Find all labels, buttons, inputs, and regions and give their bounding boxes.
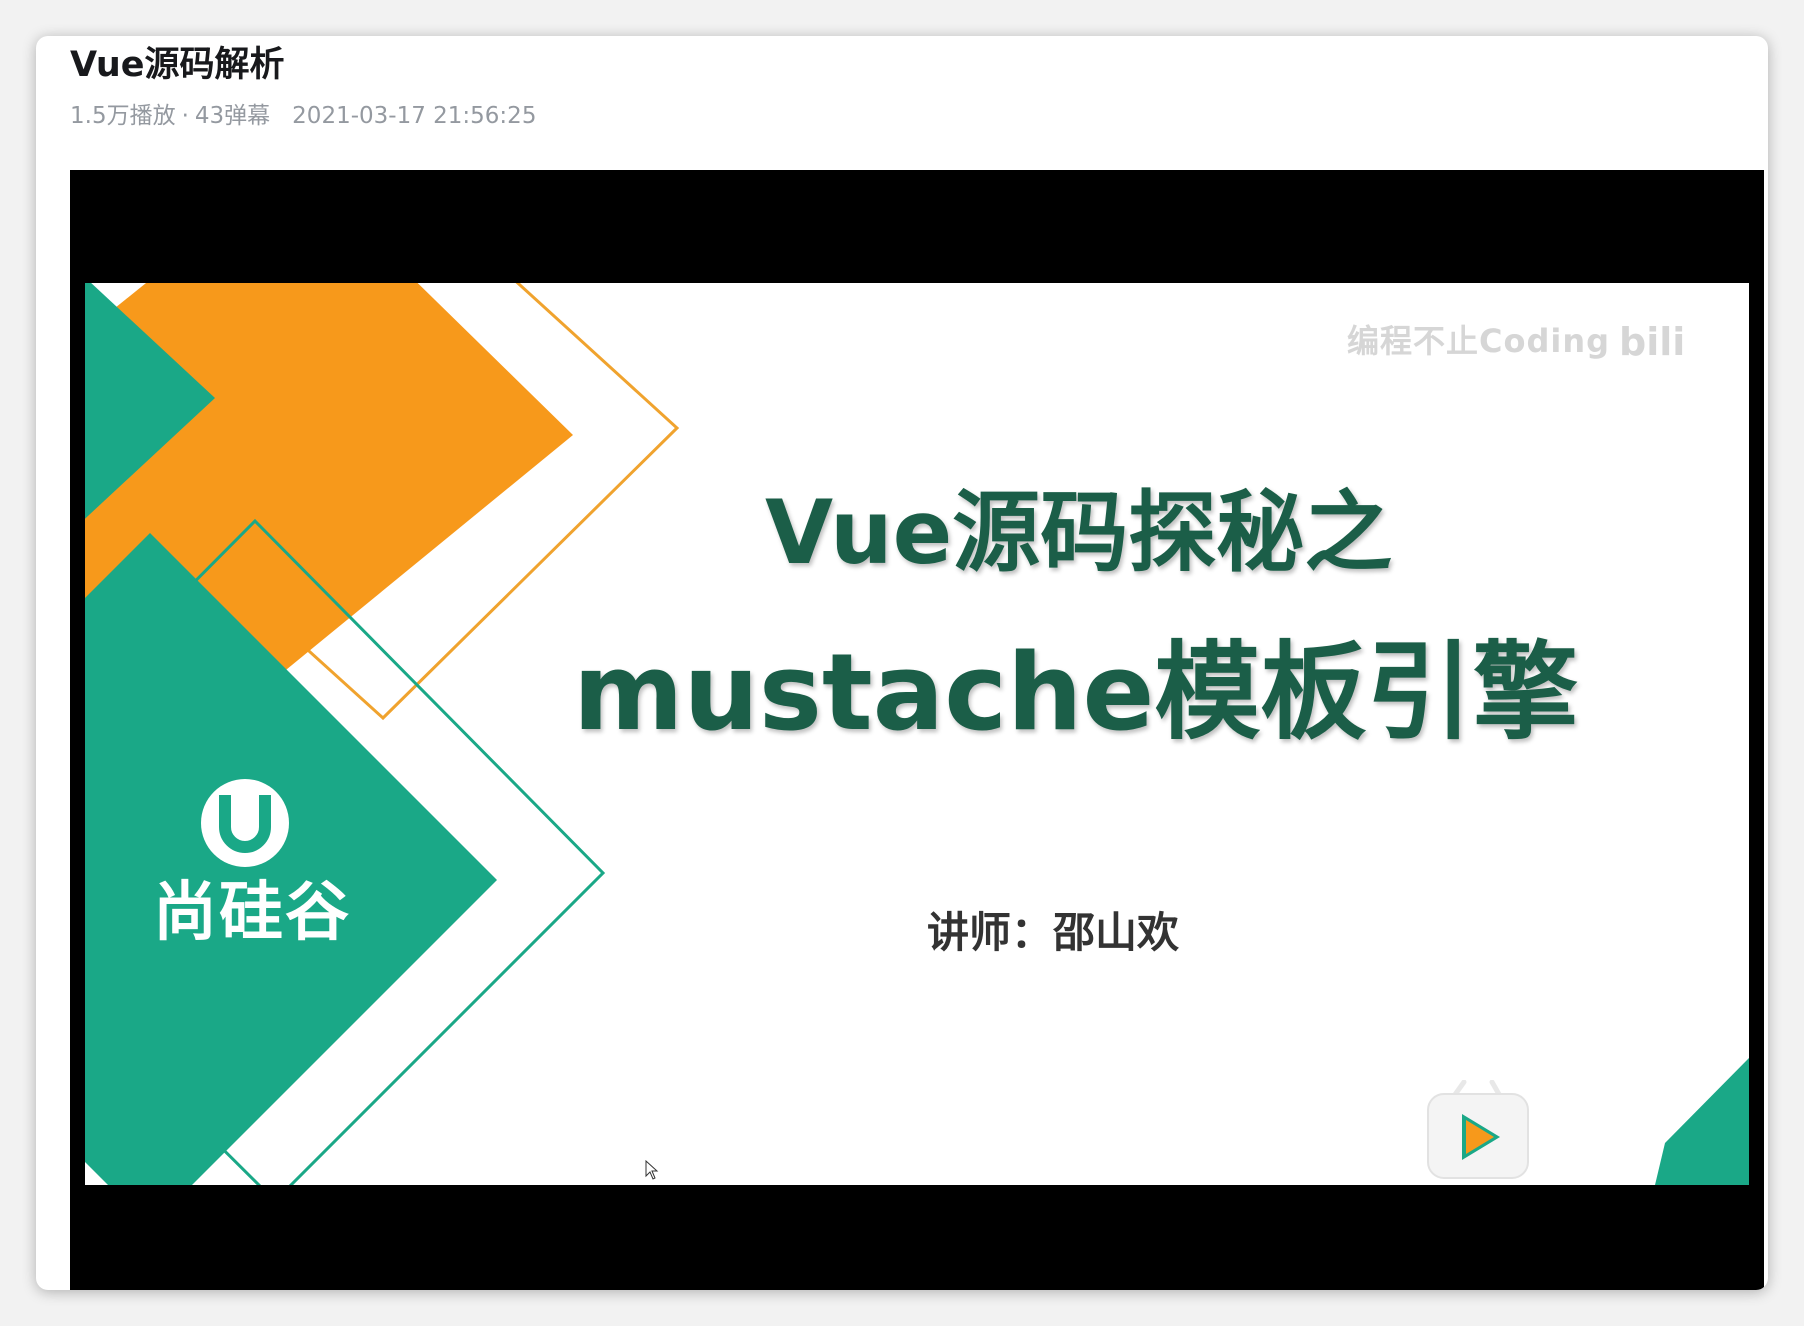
slide-heading-line1: Vue源码探秘之 [765, 481, 1393, 584]
mouse-cursor-icon [645, 1160, 659, 1180]
video-meta: 1.5万播放 · 43弹幕 2021-03-17 21:56:25 [70, 100, 536, 132]
meta-separator: · [181, 103, 189, 129]
svg-text:bili: bili [1619, 320, 1685, 364]
video-card: Vue源码解析 1.5万播放 · 43弹幕 2021-03-17 21:56:25 [36, 36, 1768, 1290]
publish-date: 2021-03-17 21:56:25 [292, 103, 537, 129]
brand-name: 尚硅谷 [153, 876, 351, 950]
bilibili-logo-icon: bili [1619, 320, 1685, 364]
play-count: 1.5万播放 [70, 103, 176, 129]
video-frame[interactable]: 尚硅谷 编程不止Coding bili Vue源码探秘之 mustache模板引… [85, 283, 1749, 1185]
video-player[interactable]: 尚硅谷 编程不止Coding bili Vue源码探秘之 mustache模板引… [70, 170, 1764, 1290]
video-title[interactable]: Vue源码解析 [70, 42, 285, 88]
lecturer-label: 讲师：邵山欢 [927, 908, 1180, 957]
watermark-text: 编程不止Coding [1347, 322, 1611, 360]
slide-heading-line2: mustache模板引擎 [573, 631, 1579, 754]
danmaku-count: 43弹幕 [194, 103, 271, 129]
u-logo-icon [201, 779, 289, 867]
bilibili-tv-play-icon[interactable] [1424, 1080, 1532, 1180]
